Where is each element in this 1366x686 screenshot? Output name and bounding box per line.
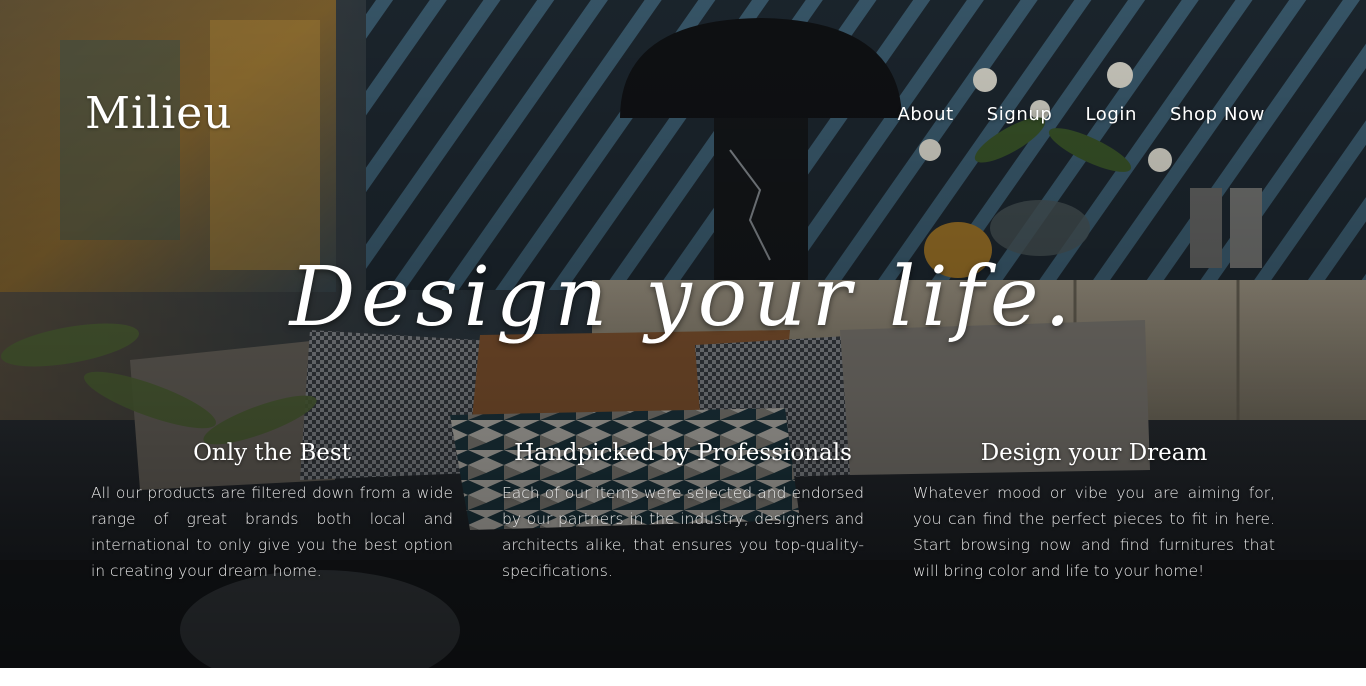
feature-title: Handpicked by Professionals bbox=[514, 440, 852, 466]
brand-logo[interactable]: Milieu bbox=[85, 88, 233, 139]
feature-text: Each of our items were selected and endo… bbox=[502, 484, 864, 580]
feature-title: Only the Best bbox=[193, 440, 351, 466]
nav-link-login[interactable]: Login bbox=[1085, 104, 1137, 125]
feature-handpicked: Handpicked by Professionals Each of our … bbox=[502, 440, 864, 584]
nav-link-shop-now[interactable]: Shop Now bbox=[1170, 104, 1265, 125]
feature-text: Whatever mood or vibe you are aiming for… bbox=[913, 484, 1275, 580]
main-nav: About Signup Login Shop Now bbox=[898, 104, 1265, 125]
nav-link-about[interactable]: About bbox=[898, 104, 954, 125]
hero-section: Milieu About Signup Login Shop Now Desig… bbox=[0, 0, 1366, 668]
feature-design-your-dream: Design your Dream Whatever mood or vibe … bbox=[913, 440, 1275, 584]
feature-title: Design your Dream bbox=[980, 440, 1208, 466]
feature-only-the-best: Only the Best All our products are filte… bbox=[91, 440, 453, 584]
nav-link-signup[interactable]: Signup bbox=[987, 104, 1053, 125]
feature-text: All our products are filtered down from … bbox=[91, 484, 453, 580]
hero-tagline: Design your life. bbox=[289, 250, 1077, 345]
